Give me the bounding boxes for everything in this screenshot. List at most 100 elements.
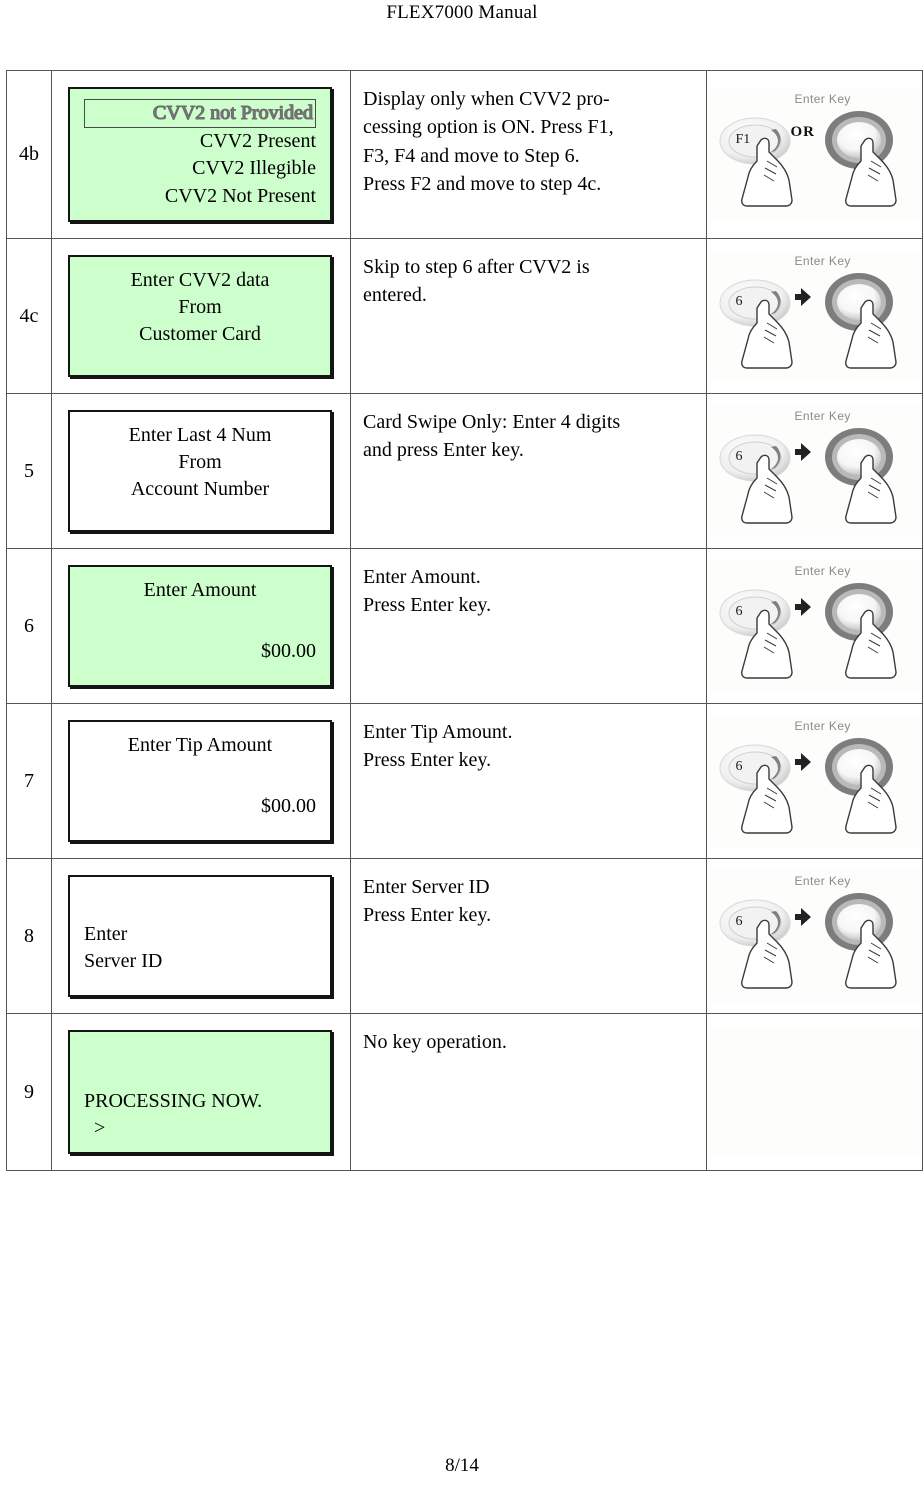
screen-wrap: Enter CVV2 data From Customer Card	[52, 239, 350, 393]
step-number-cell: 6	[6, 547, 52, 704]
lcd-line[interactable]: Enter	[84, 921, 316, 948]
step-number: 8	[24, 924, 34, 947]
step-description-cell: Enter Server ID Press Enter key.	[350, 857, 707, 1014]
key-illustration-cell: Enter Key 6	[706, 237, 923, 394]
step-description-cell: No key operation.	[350, 1012, 707, 1172]
arrow-right-icon	[794, 597, 811, 616]
step-description: Enter Amount. Press Enter key.	[351, 549, 706, 630]
table-row: 8 Enter Server ID Enter Server ID Press …	[6, 857, 923, 1014]
lcd-blank-line	[84, 759, 316, 793]
lcd-line[interactable]: CVV2 Not Present	[84, 183, 316, 210]
page-header-title: FLEX7000 Manual	[386, 2, 538, 23]
procedure-steps-table: 4b CVV2 not Provided CVV2 Present CVV2 I…	[6, 70, 923, 1172]
digit-key-label: 6	[735, 448, 743, 464]
keypad-hands-icon	[719, 427, 897, 524]
lcd-screen: PROCESSING NOW. >	[68, 1029, 332, 1155]
key-illustration-cell: Enter Key OR F1	[706, 70, 923, 239]
terminal-screen-cell: CVV2 not Provided CVV2 Present CVV2 Ille…	[51, 70, 351, 239]
step-description-cell: Enter Tip Amount. Press Enter key.	[350, 702, 707, 859]
lcd-line-progress: >	[84, 1116, 106, 1139]
step-description-text: Enter Amount. Press Enter key.	[363, 565, 492, 617]
step-number-cell: 5	[6, 392, 52, 549]
lcd-line-amount[interactable]: $00.00	[84, 638, 316, 665]
key-illustration-cell: Enter Key 6	[706, 392, 923, 549]
digit-then-enter-key-illustration: Enter Key 6	[708, 559, 921, 692]
table-row: 4c Enter CVV2 data From Customer Card Sk…	[6, 237, 923, 394]
table-row: 9 PROCESSING NOW. > No key operation.	[6, 1012, 923, 1172]
lcd-screen: Enter Last 4 Num From Account Number	[68, 409, 332, 532]
step-number-cell: 4b	[6, 70, 52, 239]
terminal-screen-cell: PROCESSING NOW. >	[51, 1012, 351, 1172]
screen-wrap: Enter Last 4 Num From Account Number	[52, 394, 350, 548]
lcd-screen: Enter CVV2 data From Customer Card	[68, 254, 332, 377]
digit-then-enter-key-illustration: Enter Key 6	[708, 404, 921, 537]
lcd-line[interactable]: CVV2 Present	[84, 128, 316, 155]
keypad-hands-icon	[719, 892, 897, 989]
step-number-cell: 8	[6, 857, 52, 1014]
lcd-line-amount[interactable]: $00.00	[84, 793, 316, 820]
table-row: 4b CVV2 not Provided CVV2 Present CVV2 I…	[6, 70, 923, 239]
lcd-line[interactable]: CVV2 Illegible	[84, 155, 316, 182]
table-row: 6 Enter Amount $00.00 Enter Amount. Pres…	[6, 547, 923, 704]
step-description-cell: Skip to step 6 after CVV2 is entered.	[350, 237, 707, 394]
lcd-screen: Enter Tip Amount $00.00	[68, 719, 332, 842]
lcd-line[interactable]: Enter Tip Amount	[84, 732, 316, 759]
lcd-line[interactable]: Enter Last 4 Num	[84, 422, 316, 449]
step-description: Enter Server ID Press Enter key.	[351, 859, 706, 940]
terminal-screen-cell: Enter Tip Amount $00.00	[51, 702, 351, 859]
key-illustration-cell: Enter Key 6	[706, 547, 923, 704]
arrow-right-icon	[794, 907, 811, 926]
page-number-footer: 8/14	[445, 1455, 479, 1476]
table-row: 5 Enter Last 4 Num From Account Number C…	[6, 392, 923, 549]
step-description: Enter Tip Amount. Press Enter key.	[351, 704, 706, 785]
lcd-line[interactable]: From	[84, 449, 316, 476]
key-illustration-cell: Enter Key 6	[706, 857, 923, 1014]
lcd-line[interactable]: Enter CVV2 data	[84, 267, 316, 294]
step-number: 4c	[19, 304, 39, 327]
keypad-hands-icon	[719, 582, 897, 679]
lcd-line[interactable]: Enter Amount	[84, 577, 316, 604]
arrow-right-icon	[794, 752, 811, 771]
table-body: 4b CVV2 not Provided CVV2 Present CVV2 I…	[6, 70, 923, 1172]
screen-wrap: CVV2 not Provided CVV2 Present CVV2 Ille…	[52, 71, 350, 238]
step-description-text: Display only when CVV2 pro- cessing opti…	[363, 88, 614, 196]
step-number-cell: 4c	[6, 237, 52, 394]
step-description: Skip to step 6 after CVV2 is entered.	[351, 239, 706, 320]
step-description-text: No key operation.	[363, 1030, 507, 1053]
digit-then-enter-key-illustration: Enter Key 6	[708, 869, 921, 1002]
no-key-illustration	[708, 1025, 921, 1158]
lcd-line[interactable]: From	[84, 294, 316, 321]
step-number: 6	[24, 614, 34, 637]
lcd-line[interactable]: Customer Card	[84, 321, 316, 348]
lcd-screen: CVV2 not Provided CVV2 Present CVV2 Ille…	[68, 87, 332, 222]
screen-wrap: Enter Server ID	[52, 859, 350, 1013]
step-description: Display only when CVV2 pro- cessing opti…	[351, 71, 706, 209]
step-description-text: Enter Server ID Press Enter key.	[363, 875, 492, 927]
enter-key-caption: Enter Key	[794, 408, 851, 423]
step-description: No key operation.	[351, 1014, 706, 1066]
step-description-text: Skip to step 6 after CVV2 is entered.	[363, 255, 590, 307]
lcd-line[interactable]: Account Number	[84, 476, 316, 503]
step-description-cell: Enter Amount. Press Enter key.	[350, 547, 707, 704]
key-illustration-cell	[706, 1012, 923, 1172]
arrow-right-icon	[794, 442, 811, 461]
enter-key-caption: Enter Key	[794, 92, 851, 107]
enter-key-caption: Enter Key	[794, 253, 851, 268]
lcd-screen: Enter Amount $00.00	[68, 564, 332, 687]
lcd-line-selected[interactable]: CVV2 not Provided	[84, 99, 316, 129]
lcd-line-status: PROCESSING NOW.	[84, 1089, 263, 1112]
digit-then-enter-key-illustration: Enter Key 6	[708, 249, 921, 382]
lcd-blank-line	[84, 604, 316, 638]
terminal-screen-cell: Enter Last 4 Num From Account Number	[51, 392, 351, 549]
step-number-cell: 7	[6, 702, 52, 859]
screen-wrap: PROCESSING NOW. >	[52, 1014, 350, 1170]
or-label: OR	[790, 124, 815, 141]
lcd-line[interactable]: Server ID	[84, 948, 316, 975]
step-description: Card Swipe Only: Enter 4 digits and pres…	[351, 394, 706, 475]
arrow-right-icon	[794, 287, 811, 306]
lcd-blank-line	[84, 1042, 316, 1088]
screen-wrap: Enter Amount $00.00	[52, 549, 350, 703]
step-number: 7	[24, 769, 34, 792]
terminal-screen-cell: Enter Amount $00.00	[51, 547, 351, 704]
step-number: 9	[24, 1080, 34, 1103]
